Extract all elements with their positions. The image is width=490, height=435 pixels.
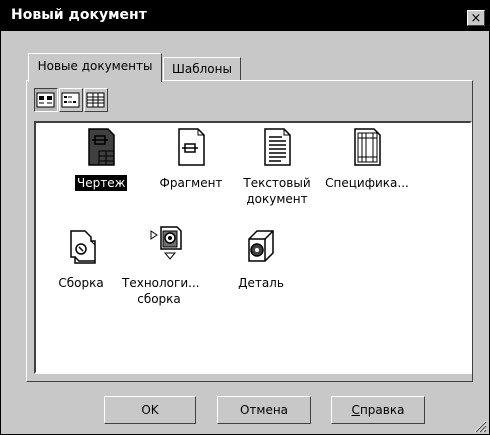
cancel-button[interactable]: Отмена <box>217 396 311 424</box>
details-view-icon <box>86 92 105 108</box>
list-item-label: Технологи... сборка <box>122 276 200 306</box>
document-type-list[interactable]: Чертеж Фрагмент Текстовый документ Специ… <box>34 121 472 374</box>
large-icons-view-icon <box>36 92 55 108</box>
tab-new-documents-label: Новые документы <box>37 59 153 73</box>
title-bar[interactable]: Новый документ × <box>1 1 489 31</box>
text-document-icon <box>264 128 291 166</box>
ok-button-label: OK <box>141 403 159 417</box>
large-icons-view-button[interactable] <box>34 88 58 112</box>
cancel-button-label: Отмена <box>239 403 289 417</box>
fragment-icon <box>178 128 205 166</box>
help-button-label: Справка <box>351 403 405 417</box>
tab-new-documents[interactable]: Новые документы <box>28 53 162 82</box>
drawing-icon <box>88 128 115 166</box>
assembly-icon <box>70 230 96 264</box>
details-view-button[interactable] <box>84 88 108 112</box>
part-icon <box>248 230 274 262</box>
specification-icon <box>354 128 381 166</box>
new-document-dialog: Новый документ × Новые документы Шаблоны <box>0 0 490 435</box>
list-item-label: Чертеж <box>75 175 128 191</box>
list-item-label: Специфика... <box>325 176 409 190</box>
list-item-label: Фрагмент <box>159 176 223 190</box>
tech-assembly-icon <box>150 226 182 260</box>
list-item-label: Деталь <box>238 276 284 290</box>
list-item-label: Текстовый документ <box>243 176 311 206</box>
tab-templates[interactable]: Шаблоны <box>163 57 241 81</box>
close-button[interactable]: × <box>467 10 485 26</box>
close-icon: × <box>470 10 482 26</box>
help-button[interactable]: Справка <box>331 396 425 424</box>
ok-button[interactable]: OK <box>104 396 196 424</box>
resize-grip-icon[interactable] <box>473 419 487 433</box>
list-view-button[interactable] <box>59 88 83 112</box>
list-view-icon <box>61 92 80 108</box>
tab-templates-label: Шаблоны <box>172 62 232 76</box>
list-item-label: Сборка <box>58 276 104 290</box>
dialog-title: Новый документ <box>11 7 147 23</box>
